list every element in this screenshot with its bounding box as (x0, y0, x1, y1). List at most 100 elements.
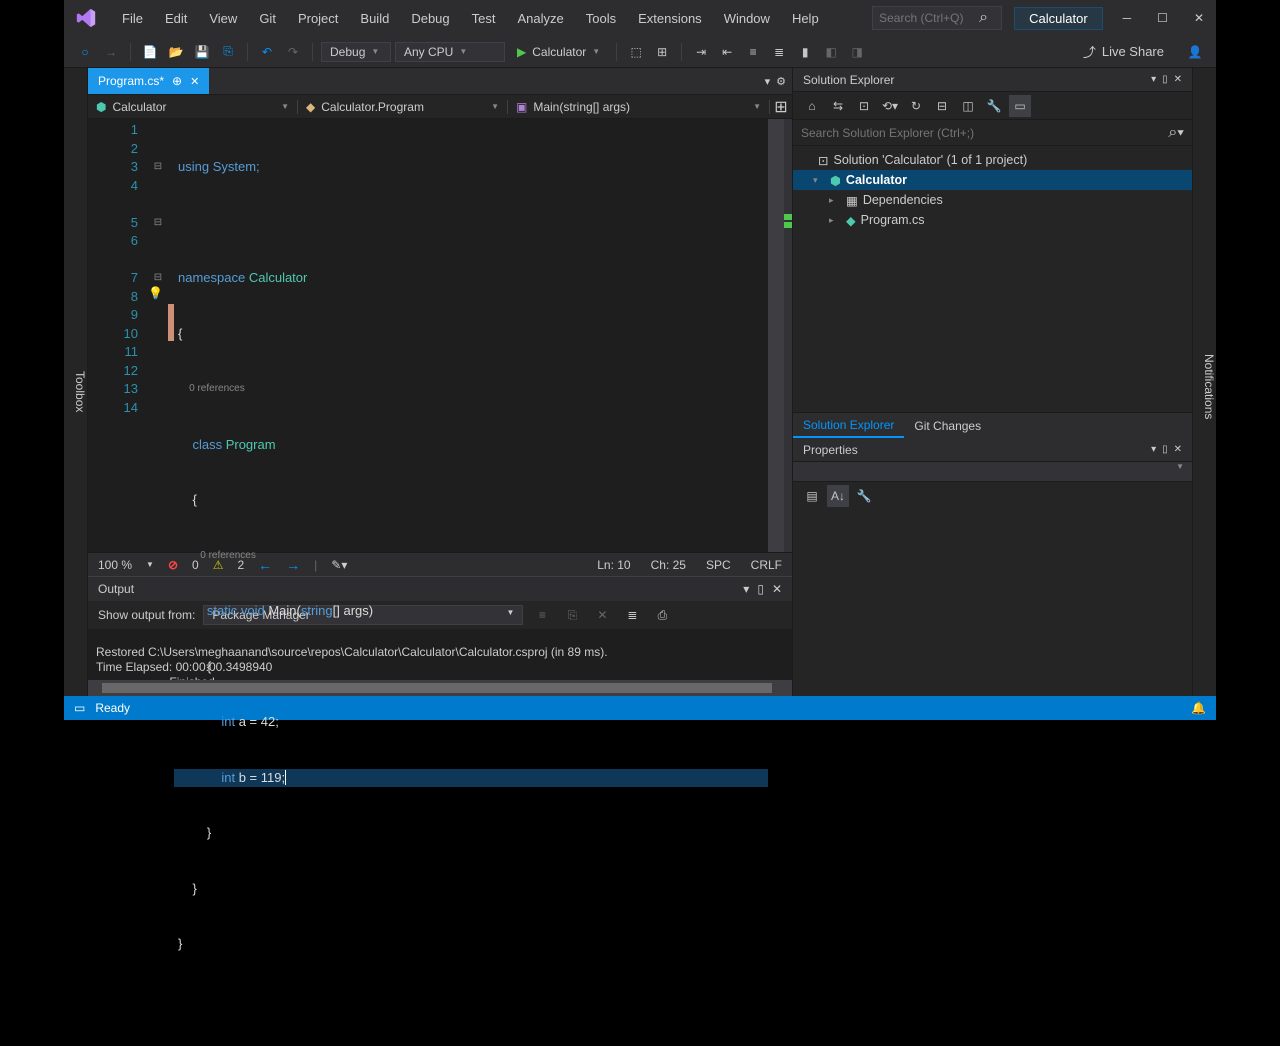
vertical-scrollbar[interactable] (768, 119, 784, 552)
tab-solution-explorer[interactable]: Solution Explorer (793, 414, 904, 438)
menu-help[interactable]: Help (782, 7, 829, 30)
maximize-button[interactable]: ☐ (1153, 9, 1172, 27)
configuration-combo[interactable]: Debug▼ (321, 42, 391, 62)
menu-tools[interactable]: Tools (576, 7, 626, 30)
se-search-input[interactable] (801, 126, 1168, 140)
lightbulb-icon[interactable]: 💡 (148, 286, 163, 300)
menu-test[interactable]: Test (462, 7, 506, 30)
props-cat-icon[interactable]: ▤ (801, 485, 823, 507)
se-show-all-icon[interactable]: ◫ (957, 95, 979, 117)
notifications-tab[interactable]: Notifications (1192, 68, 1216, 696)
minimize-button[interactable]: ─ (1119, 9, 1136, 27)
forward-icon[interactable]: → (100, 41, 122, 63)
solution-explorer-header: Solution Explorer ▾ ▯ ✕ (793, 68, 1192, 92)
props-object-combo[interactable]: ▼ (793, 462, 1192, 482)
menu-project[interactable]: Project (288, 7, 348, 30)
menu-window[interactable]: Window (714, 7, 780, 30)
pin-icon[interactable]: ⊕ (172, 74, 182, 88)
tb-icon-3[interactable]: ⇥ (690, 41, 712, 63)
project-node[interactable]: ▾ ⬢ Calculator (793, 170, 1192, 190)
tb-icon-8[interactable]: ◧ (820, 41, 842, 63)
se-btn-3[interactable]: ⊡ (853, 95, 875, 117)
tab-dropdown-icon[interactable]: ▾ (765, 75, 771, 88)
props-az-icon[interactable]: A↓ (827, 485, 849, 507)
status-icon: ▭ (74, 701, 85, 715)
se-refresh-icon[interactable]: ↻ (905, 95, 927, 117)
tb-icon-2[interactable]: ⊞ (651, 41, 673, 63)
se-sync-icon[interactable]: ⟲▾ (879, 95, 901, 117)
live-share-button[interactable]: ⤴ Live Share (1075, 40, 1172, 63)
tab-settings-icon[interactable]: ⚙ (776, 75, 786, 88)
props-toolbar: ▤ A↓ 🔧 (793, 482, 1192, 510)
tb-icon-7[interactable]: ▮ (794, 41, 816, 63)
code-area[interactable]: using System; namespace Calculator { 0 r… (174, 119, 768, 552)
admin-icon[interactable]: 👤 (1184, 41, 1206, 63)
nav-class-combo[interactable]: ◆ Calculator.Program▼ (298, 100, 508, 114)
deps-icon: ▦ (846, 193, 858, 208)
menu-build[interactable]: Build (350, 7, 399, 30)
csharp-project-icon: ⬢ (830, 173, 841, 188)
se-collapse-icon[interactable]: ⊟ (931, 95, 953, 117)
save-all-icon[interactable]: ⎘ (217, 41, 239, 63)
se-wrench-icon[interactable]: 🔧 (983, 95, 1005, 117)
project-label: Calculator (1014, 7, 1103, 30)
nav-scope-combo[interactable]: ⬢ Calculator▼ (88, 100, 298, 114)
tb-icon-5[interactable]: ≡ (742, 41, 764, 63)
props-pin-icon[interactable]: ▯ (1162, 444, 1168, 455)
menu-git[interactable]: Git (249, 7, 286, 30)
se-home-icon[interactable]: ⌂ (801, 95, 823, 117)
split-editor-icon[interactable]: ⊞ (770, 97, 792, 117)
props-wrench-icon[interactable]: 🔧 (853, 485, 875, 507)
method-icon: ▣ (516, 100, 527, 114)
toolbox-tab[interactable]: Toolbox (64, 68, 88, 696)
close-button[interactable]: ✕ (1190, 9, 1208, 27)
search-box[interactable]: ⌕ (872, 6, 1002, 30)
se-preview-icon[interactable]: ▭ (1009, 95, 1031, 117)
liveshare-icon: ⤴ (1083, 42, 1096, 61)
back-icon[interactable]: ○ (74, 41, 96, 63)
undo-icon[interactable]: ↶ (256, 41, 278, 63)
search-input[interactable] (879, 11, 979, 25)
solution-node[interactable]: ⊡ Solution 'Calculator' (1 of 1 project) (793, 150, 1192, 170)
menu-edit[interactable]: Edit (155, 7, 197, 30)
se-switch-icon[interactable]: ⇆ (827, 95, 849, 117)
status-text: Ready (95, 701, 130, 715)
tb-icon-6[interactable]: ≣ (768, 41, 790, 63)
se-pin-icon[interactable]: ▯ (1162, 74, 1168, 85)
nav-member-combo[interactable]: ▣ Main(string[] args)▼ (508, 100, 770, 114)
menu-analyze[interactable]: Analyze (507, 7, 573, 30)
code-editor[interactable]: 1 2 3 4 5 6 7 8 9 10 11 12 13 14 (88, 119, 792, 552)
se-search-box[interactable]: ⌕▾ (793, 120, 1192, 146)
save-icon[interactable]: 💾 (191, 41, 213, 63)
zoom-level[interactable]: 100 % (98, 558, 132, 572)
new-file-icon[interactable]: 📄 (139, 41, 161, 63)
output-title: Output (98, 582, 134, 596)
tb-icon-9[interactable]: ◨ (846, 41, 868, 63)
start-debug-button[interactable]: ▶ Calculator ▼ (509, 43, 608, 61)
output-hscroll[interactable] (88, 680, 792, 696)
se-close-icon[interactable]: ✕ (1174, 74, 1182, 85)
menu-view[interactable]: View (199, 7, 247, 30)
solution-tree[interactable]: ⊡ Solution 'Calculator' (1 of 1 project)… (793, 146, 1192, 412)
dependencies-node[interactable]: ▸ ▦ Dependencies (793, 190, 1192, 210)
props-close-icon[interactable]: ✕ (1174, 444, 1182, 455)
tb-icon-4[interactable]: ⇤ (716, 41, 738, 63)
notification-bell-icon[interactable]: 🔔 (1191, 701, 1206, 715)
fold-column[interactable]: ⊟ ⊟ ⊟ (148, 119, 168, 552)
tab-program-cs[interactable]: Program.cs* ⊕ ✕ (88, 68, 209, 94)
redo-icon[interactable]: ↷ (282, 41, 304, 63)
menu-debug[interactable]: Debug (401, 7, 459, 30)
tab-git-changes[interactable]: Git Changes (904, 415, 991, 437)
se-dropdown-icon[interactable]: ▾ (1151, 74, 1156, 85)
platform-combo[interactable]: Any CPU▼ (395, 42, 505, 62)
props-dropdown-icon[interactable]: ▾ (1151, 444, 1156, 455)
overview-margin[interactable] (784, 119, 792, 552)
menu-extensions[interactable]: Extensions (628, 7, 712, 30)
output-close-icon[interactable]: ✕ (772, 582, 782, 596)
tab-close-icon[interactable]: ✕ (190, 75, 199, 88)
open-file-icon[interactable]: 📂 (165, 41, 187, 63)
menu-file[interactable]: File (112, 7, 153, 30)
navigation-bar: ⬢ Calculator▼ ◆ Calculator.Program▼ ▣ Ma… (88, 95, 792, 119)
program-cs-node[interactable]: ▸ ◆ Program.cs (793, 210, 1192, 230)
tb-icon-1[interactable]: ⬚ (625, 41, 647, 63)
